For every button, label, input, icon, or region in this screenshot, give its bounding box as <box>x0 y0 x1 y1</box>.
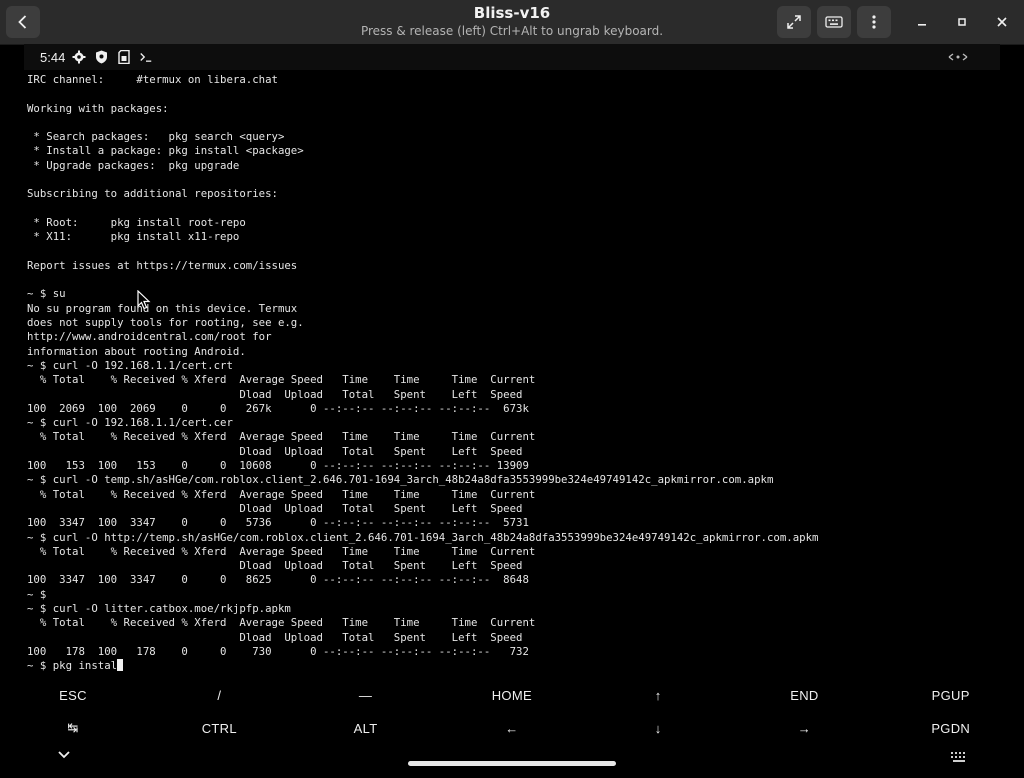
terminal-line: Dload Upload Total Spent Left Speed <box>27 559 523 573</box>
terminal-line: Dload Upload Total Spent Left Speed <box>27 444 523 458</box>
terminal-line: Dload Upload Total Spent Left Speed <box>27 501 523 515</box>
terminal-input-line[interactable]: ~ $ pkg instal <box>27 659 997 673</box>
terminal-line: 100 2069 100 2069 0 0 267k 0 --:--:-- --… <box>27 401 529 415</box>
terminal-line: ~ $ su <box>27 287 66 301</box>
terminal-line: 100 178 100 178 0 0 730 0 --:--:-- --:--… <box>27 644 529 658</box>
menu-button[interactable] <box>857 6 891 38</box>
terminal-line: ~ $ curl -O 192.168.1.1/cert.cer <box>27 416 233 430</box>
key-right-arrow[interactable]: → <box>731 714 877 736</box>
terminal-line: does not supply tools for rooting, see e… <box>27 316 304 330</box>
close-button[interactable] <box>988 8 1016 36</box>
terminal-line: 100 3347 100 3347 0 0 8625 0 --:--:-- --… <box>27 573 529 587</box>
keyboard-switch-icon[interactable] <box>950 748 968 767</box>
terminal-line: % Total % Received % Xferd Average Speed… <box>27 430 536 444</box>
terminal-line: ~ $ <box>27 587 47 601</box>
keyboard-icon <box>825 16 843 28</box>
terminal-line: No su program found on this device. Term… <box>27 301 298 315</box>
keyboard-grab-button[interactable] <box>817 6 851 38</box>
key-slash[interactable]: / <box>146 678 292 712</box>
key-ctrl[interactable]: CTRL <box>146 714 292 736</box>
hide-keyboard-chevron-icon[interactable] <box>56 746 72 765</box>
terminal-line: Subscribing to additional repositories: <box>27 187 278 201</box>
extra-keys-row2: ↹ CTRL ALT ← ↓ → PGDN <box>0 714 1024 736</box>
terminal-line: Dload Upload Total Spent Left Speed <box>27 630 523 644</box>
sim-card-icon <box>117 50 131 64</box>
terminal-line: * X11: pkg install x11-repo <box>27 230 240 244</box>
terminal-prompt-icon <box>139 50 153 64</box>
terminal-line: * Upgrade packages: pkg upgrade <box>27 158 240 172</box>
key-dash[interactable]: — <box>293 678 439 712</box>
key-pgdn[interactable]: PGDN <box>878 714 1024 736</box>
minimize-icon <box>918 24 926 26</box>
key-end[interactable]: END <box>731 678 877 712</box>
terminal-line: IRC channel: #termux on libera.chat <box>27 73 278 86</box>
terminal-line: Working with packages: <box>27 101 169 115</box>
status-time: 5:44 <box>40 50 66 65</box>
window-titlebar: Bliss-v16 Press & release (left) Ctrl+Al… <box>0 0 1024 45</box>
terminal-input-text: ~ $ pkg instal <box>27 659 118 673</box>
terminal-line: information about rooting Android. <box>27 344 246 358</box>
terminal-line: ~ $ curl -O http://temp.sh/asHGe/com.rob… <box>27 530 819 544</box>
terminal-view[interactable]: IRC channel: #termux on libera.chat Worki… <box>27 73 997 673</box>
terminal-line: % Total % Received % Xferd Average Speed… <box>27 487 536 501</box>
terminal-line: * Install a package: pkg install <packag… <box>27 144 304 158</box>
fullscreen-button[interactable] <box>777 6 811 38</box>
gesture-handle[interactable] <box>408 761 616 766</box>
key-tab[interactable]: ↹ <box>0 714 146 736</box>
android-status-bar: 5:44 <box>24 44 1000 70</box>
key-left-arrow[interactable]: ← <box>439 714 585 736</box>
key-alt[interactable]: ALT <box>293 714 439 736</box>
key-home[interactable]: HOME <box>439 678 585 712</box>
minimize-button[interactable] <box>908 8 936 36</box>
text-cursor <box>117 659 124 672</box>
mouse-cursor-icon <box>137 289 151 314</box>
key-up-arrow[interactable]: ↑ <box>585 678 731 712</box>
terminal-line: 100 3347 100 3347 0 0 5736 0 --:--:-- --… <box>27 516 529 530</box>
terminal-line: * Root: pkg install root-repo <box>27 215 246 229</box>
terminal-line: ~ $ curl -O temp.sh/asHGe/com.roblox.cli… <box>27 473 774 487</box>
terminal-line: % Total % Received % Xferd Average Speed… <box>27 544 536 558</box>
maximize-button[interactable] <box>948 8 976 36</box>
close-icon <box>997 17 1007 27</box>
key-down-arrow[interactable]: ↓ <box>585 714 731 736</box>
kebab-menu-icon <box>872 15 876 29</box>
maximize-icon <box>958 18 966 26</box>
terminal-line: http://www.androidcentral.com/root for <box>27 330 272 344</box>
android-navigation-bar <box>0 740 1024 778</box>
key-pgup[interactable]: PGUP <box>878 678 1024 712</box>
terminal-line: ~ $ curl -O 192.168.1.1/cert.crt <box>27 358 233 372</box>
wifi-sync-icon <box>948 50 968 64</box>
settings-gear-icon <box>72 50 86 64</box>
terminal-line: % Total % Received % Xferd Average Speed… <box>27 373 536 387</box>
expand-icon <box>787 15 801 29</box>
terminal-line: 100 153 100 153 0 0 10608 0 --:--:-- --:… <box>27 459 529 473</box>
key-esc[interactable]: ESC <box>0 678 146 712</box>
terminal-line: Dload Upload Total Spent Left Speed <box>27 387 523 401</box>
terminal-line: * Search packages: pkg search <query> <box>27 130 285 144</box>
terminal-line: % Total % Received % Xferd Average Speed… <box>27 616 536 630</box>
shield-icon <box>94 50 108 64</box>
terminal-line: ~ $ curl -O litter.catbox.moe/rkjpfp.apk… <box>27 601 291 615</box>
terminal-line: Report issues at https://termux.com/issu… <box>27 258 298 272</box>
